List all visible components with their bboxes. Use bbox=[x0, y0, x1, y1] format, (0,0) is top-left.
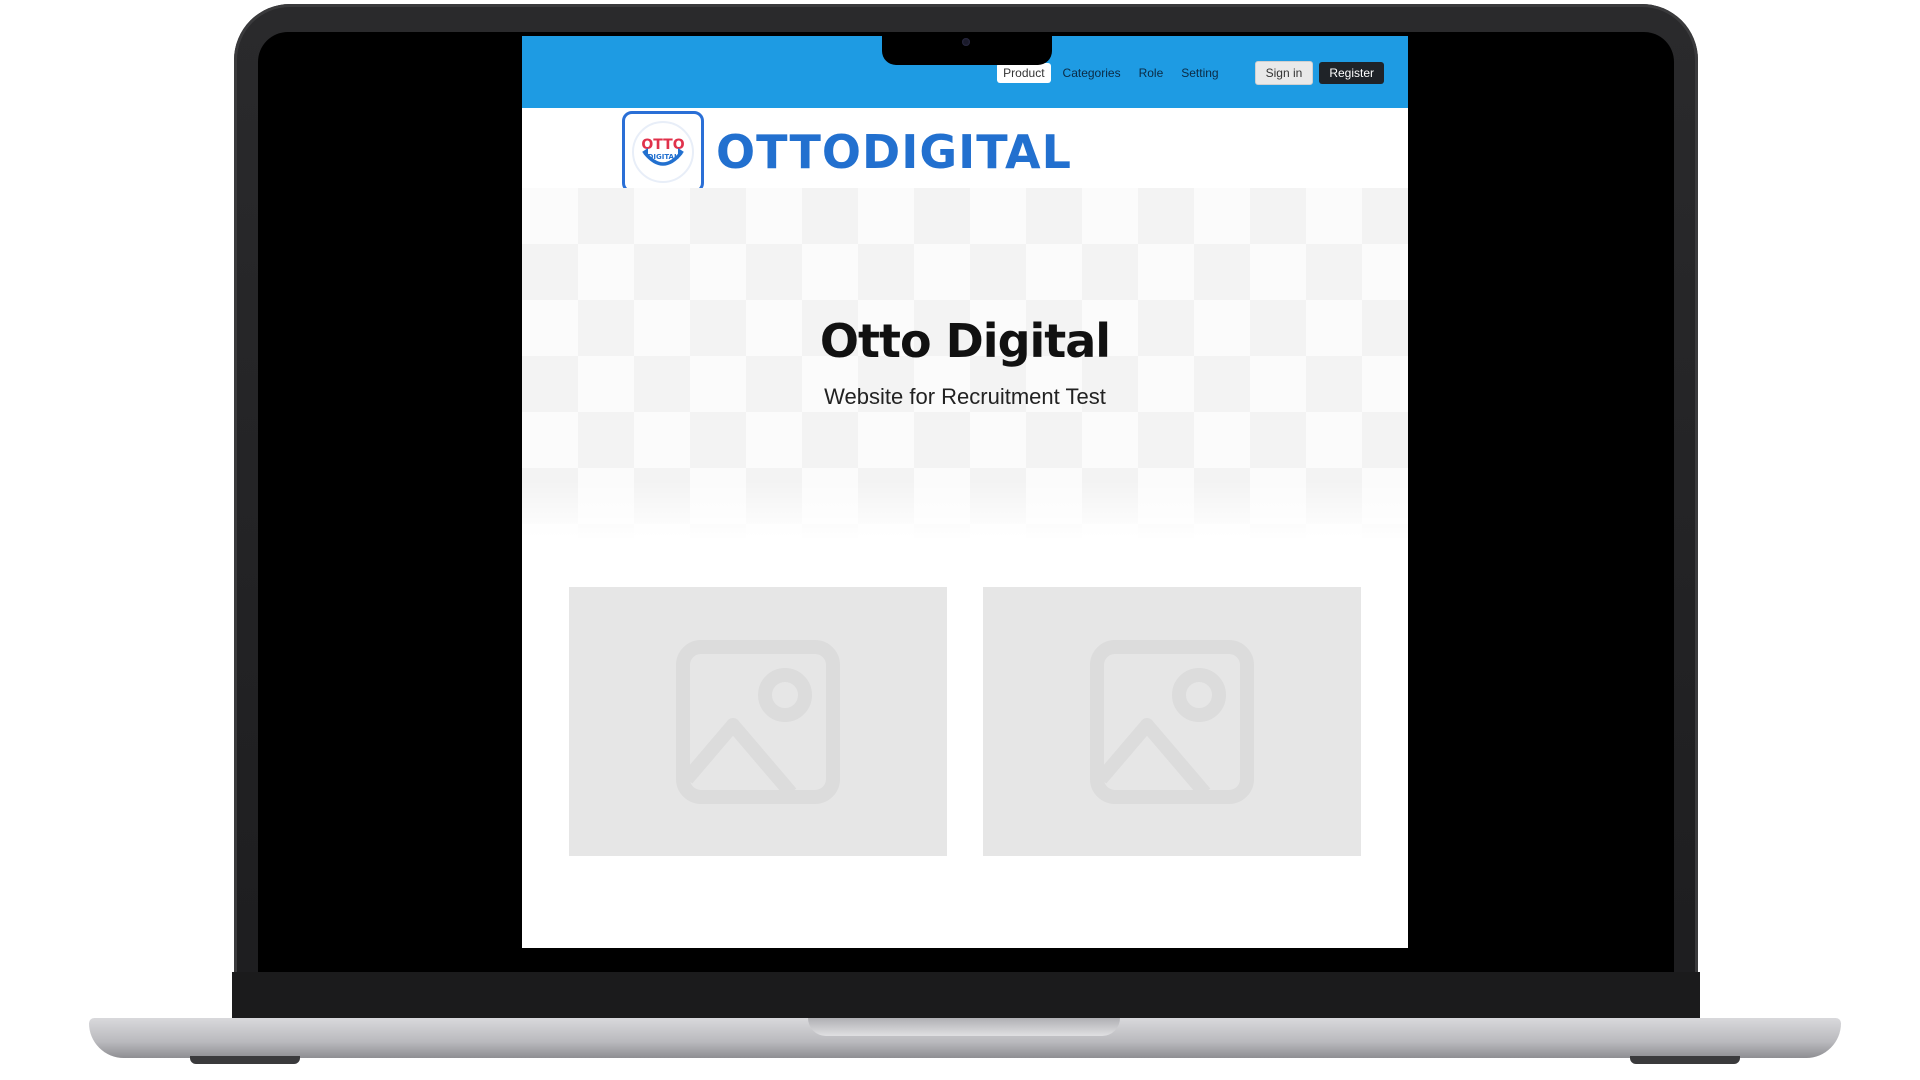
image-placeholder-2[interactable] bbox=[983, 587, 1361, 856]
hero-fade bbox=[522, 480, 1408, 540]
laptop-foot-left bbox=[190, 1056, 300, 1064]
camera-notch bbox=[882, 32, 1052, 65]
hero-title: Otto Digital bbox=[819, 314, 1111, 368]
sign-in-button[interactable]: Sign in bbox=[1254, 61, 1314, 85]
nav-link-role[interactable]: Role bbox=[1133, 63, 1170, 83]
hero-section: Otto Digital Website for Recruitment Tes… bbox=[522, 188, 1408, 540]
nav-link-product[interactable]: Product bbox=[997, 63, 1051, 83]
image-placeholder-icon bbox=[1090, 639, 1254, 804]
laptop-chin bbox=[232, 972, 1700, 1020]
nav-link-categories[interactable]: Categories bbox=[1057, 63, 1127, 83]
laptop-hinge-groove bbox=[808, 1018, 1120, 1036]
laptop-foot-right bbox=[1630, 1056, 1740, 1064]
image-placeholder-1[interactable] bbox=[569, 587, 947, 856]
laptop-screen: Product Categories Role Setting Sign in … bbox=[522, 36, 1408, 948]
nav-link-setting[interactable]: Setting bbox=[1175, 63, 1224, 83]
register-button[interactable]: Register bbox=[1319, 62, 1384, 84]
top-nav: Product Categories Role Setting Sign in … bbox=[997, 61, 1384, 85]
brand-logo[interactable]: OTTO DIGITAL OTTODIGITAL bbox=[622, 108, 1072, 196]
image-placeholder-icon bbox=[676, 639, 840, 804]
camera-icon bbox=[962, 38, 970, 46]
logo-badge: OTTO DIGITAL bbox=[622, 111, 704, 193]
logo-wordmark: OTTODIGITAL bbox=[716, 125, 1072, 179]
logo-badge-icon: OTTO DIGITAL bbox=[632, 121, 694, 183]
hero-subtitle: Website for Recruitment Test bbox=[824, 384, 1106, 409]
